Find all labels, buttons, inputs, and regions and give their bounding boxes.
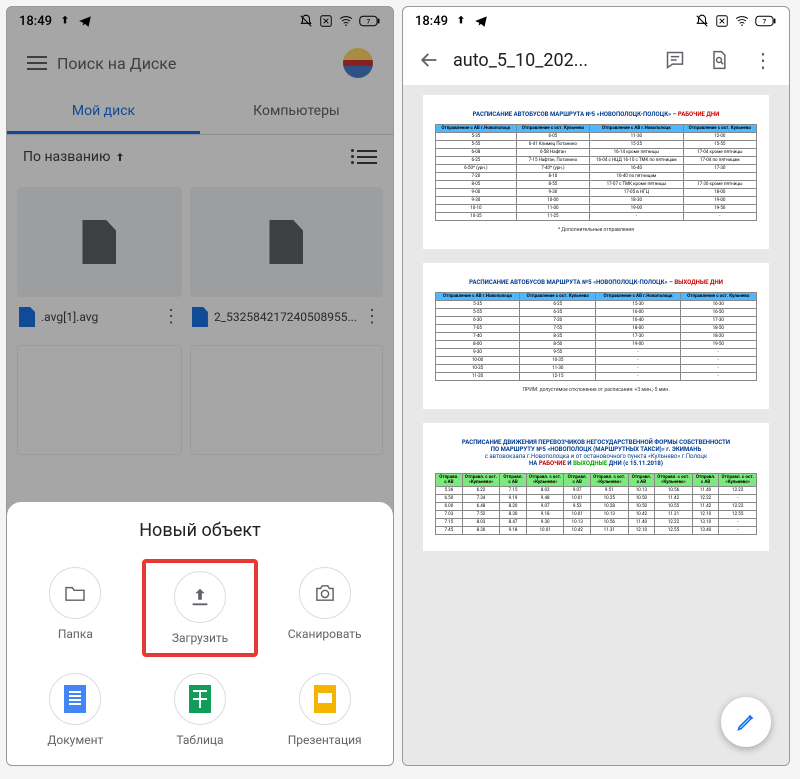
new-folder-button[interactable]: Папка	[17, 559, 134, 657]
google-sheet-icon	[189, 685, 211, 713]
comment-icon	[665, 50, 685, 70]
phone-right-viewer: 18:49 7 auto_5_10_202... ⋮ РАСПИСАНИЕ АВ…	[402, 6, 790, 766]
folder-icon	[64, 584, 86, 602]
google-doc-icon	[64, 685, 86, 713]
more-button[interactable]: ⋮	[743, 40, 783, 80]
scan-button[interactable]: Сканировать	[266, 559, 383, 657]
new-object-sheet: Новый объект Папка Загрузить Сканировать…	[7, 502, 393, 765]
doc-page-1: РАСПИСАНИЕ АВТОБУСОВ МАРШРУТА №5 «НОВОПО…	[423, 95, 769, 249]
arrow-left-icon	[418, 49, 440, 71]
find-in-page-icon	[709, 50, 729, 70]
status-time: 18:49	[415, 14, 448, 29]
telegram-status-icon	[474, 14, 488, 28]
upload-status-icon	[454, 14, 468, 28]
battery-icon: 7	[755, 14, 777, 28]
back-button[interactable]	[409, 40, 449, 80]
document-body[interactable]: РАСПИСАНИЕ АВТОБУСОВ МАРШРУТА №5 «НОВОПО…	[403, 85, 789, 765]
comment-button[interactable]	[655, 40, 695, 80]
viewer-header: auto_5_10_202... ⋮	[403, 35, 789, 85]
new-slide-button[interactable]: Презентация	[266, 665, 383, 755]
document-title: auto_5_10_202...	[453, 50, 651, 71]
doc-page-2: РАСПИСАНИЕ АВТОБУСОВ МАРШРУТА №5 «НОВОПО…	[423, 263, 769, 409]
new-sheet-button[interactable]: Таблица	[142, 665, 259, 755]
wifi-icon	[735, 14, 749, 28]
camera-icon	[314, 584, 336, 602]
sheet-title: Новый объект	[17, 520, 383, 541]
upload-button[interactable]: Загрузить	[142, 559, 259, 657]
pencil-icon	[736, 712, 756, 732]
status-bar: 18:49 7	[403, 7, 789, 35]
silent-icon	[695, 14, 709, 28]
doc-page-3: РАСПИСАНИЕ ДВИЖЕНИЯ ПЕРЕВОЗЧИКОВ НЕГОСУД…	[423, 423, 769, 551]
google-slide-icon	[314, 685, 336, 713]
find-button[interactable]	[699, 40, 739, 80]
phone-left-drive: 18:49 7 Поиск на Диске	[6, 6, 394, 766]
new-doc-button[interactable]: Документ	[17, 665, 134, 755]
svg-text:7: 7	[763, 17, 767, 25]
more-vert-icon: ⋮	[753, 48, 773, 72]
edit-fab[interactable]	[721, 697, 771, 747]
close-box-icon	[715, 14, 729, 28]
upload-icon	[189, 586, 211, 608]
